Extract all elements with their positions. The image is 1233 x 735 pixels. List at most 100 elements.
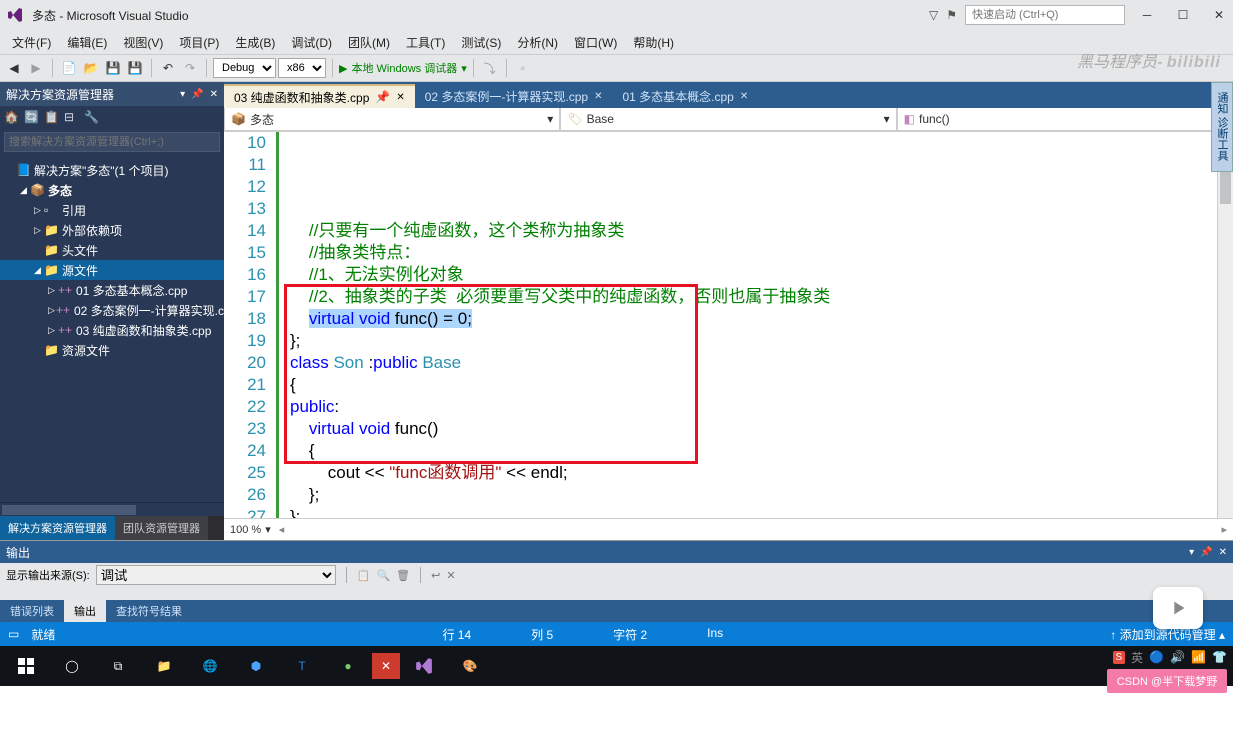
collapse-icon[interactable]: ⊟: [64, 110, 80, 126]
start-button[interactable]: [4, 647, 48, 685]
ime-lang[interactable]: 英: [1131, 649, 1143, 666]
status-window-icon[interactable]: ▭: [8, 627, 19, 641]
headers-folder[interactable]: 📁头文件: [0, 240, 224, 260]
close-icon[interactable]: ✕: [396, 92, 404, 103]
resources-folder[interactable]: 📁资源文件: [0, 340, 224, 360]
vertical-scrollbar[interactable]: [1217, 132, 1233, 518]
menu-item[interactable]: 文件(F): [4, 34, 59, 51]
menu-item[interactable]: 调试(D): [283, 34, 340, 51]
member-combo[interactable]: ◧func()▾: [897, 108, 1233, 131]
redo-icon[interactable]: ↷: [180, 58, 200, 78]
file-tab[interactable]: 02 多态案例一-计算器实现.cpp✕: [415, 84, 613, 108]
close-icon[interactable]: ✕: [740, 91, 748, 102]
output-action-icon[interactable]: 🔍: [376, 569, 390, 582]
app-icon[interactable]: ●: [326, 647, 370, 685]
video-play-overlay[interactable]: [1153, 587, 1203, 629]
cortana-icon[interactable]: ◯: [50, 647, 94, 685]
minimize-button[interactable]: ─: [1133, 3, 1161, 27]
close-icon[interactable]: ✕: [594, 91, 602, 102]
output-toolbar: 显示输出来源(S): 调试 📋 🔍 🗑 ↩ ✕: [0, 563, 1233, 587]
menu-item[interactable]: 项目(P): [171, 34, 227, 51]
file-tab[interactable]: 01 多态基本概念.cpp✕: [612, 84, 758, 108]
output-clear-icon[interactable]: ✕: [446, 569, 455, 582]
references-node[interactable]: ▷▫引用: [0, 200, 224, 220]
refresh-icon[interactable]: 🔄: [24, 110, 40, 126]
taskview-icon[interactable]: ⧉: [96, 647, 140, 685]
app-icon[interactable]: T: [280, 647, 324, 685]
panel-dropdown-icon[interactable]: ▾: [180, 89, 185, 100]
menu-item[interactable]: 分析(N): [509, 34, 566, 51]
file-tab[interactable]: 03 纯虚函数和抽象类.cpp📌✕: [224, 84, 415, 108]
right-collapsed-tabs[interactable]: 通知 诊断工具: [1211, 82, 1233, 172]
nav-back-icon[interactable]: ◀: [4, 58, 24, 78]
output-wrap-icon[interactable]: ↩: [431, 569, 440, 582]
filter-icon[interactable]: ▽: [929, 8, 938, 22]
source-file-item[interactable]: ▷++03 纯虚函数和抽象类.cpp: [0, 320, 224, 340]
menu-item[interactable]: 帮助(H): [625, 34, 682, 51]
menu-item[interactable]: 视图(V): [115, 34, 171, 51]
tray-icon[interactable]: 🔵: [1149, 650, 1164, 664]
panel-pin-icon[interactable]: 📌: [1200, 547, 1212, 558]
menu-item[interactable]: 窗口(W): [566, 34, 625, 51]
config-select[interactable]: Debug: [213, 58, 276, 78]
platform-select[interactable]: x86: [278, 58, 326, 78]
save-all-icon[interactable]: 💾: [125, 58, 145, 78]
class-combo[interactable]: 🏷Base▾: [560, 108, 896, 131]
tab-error-list[interactable]: 错误列表: [0, 600, 64, 622]
tray-icon[interactable]: 📶: [1191, 650, 1206, 664]
tray-icon[interactable]: 🔊: [1170, 650, 1185, 664]
quick-launch-input[interactable]: [965, 5, 1125, 25]
tab-output[interactable]: 输出: [64, 600, 106, 622]
source-file-item[interactable]: ▷++01 多态基本概念.cpp: [0, 280, 224, 300]
output-action-icon[interactable]: 🗑: [396, 569, 410, 582]
menu-item[interactable]: 编辑(E): [59, 34, 115, 51]
solution-node[interactable]: 📘解决方案"多态"(1 个项目): [0, 160, 224, 180]
menu-bar: 文件(F)编辑(E)视图(V)项目(P)生成(B)调试(D)团队(M)工具(T)…: [0, 30, 1233, 54]
feedback-icon[interactable]: ⚑: [946, 8, 957, 22]
output-source-select[interactable]: 调试: [96, 565, 336, 585]
ime-icon[interactable]: S: [1113, 651, 1126, 664]
close-button[interactable]: ✕: [1205, 3, 1233, 27]
nav-fwd-icon[interactable]: ▶: [26, 58, 46, 78]
pin-icon[interactable]: 📌: [375, 90, 390, 104]
panel-close-icon[interactable]: ✕: [210, 89, 218, 100]
new-file-icon[interactable]: 📄: [59, 58, 79, 78]
vs-taskbar-icon[interactable]: [402, 647, 446, 685]
source-file-item[interactable]: ▷++02 多态案例一-计算器实现.c: [0, 300, 224, 320]
home-icon[interactable]: 🏠: [4, 110, 20, 126]
panel-close-icon[interactable]: ✕: [1219, 547, 1227, 558]
properties-icon[interactable]: 🔧: [84, 110, 100, 126]
step-icon[interactable]: ⤵: [480, 58, 500, 78]
app-icon[interactable]: ✕: [372, 653, 400, 679]
tab-solution-explorer[interactable]: 解决方案资源管理器: [0, 516, 115, 540]
menu-item[interactable]: 工具(T): [398, 34, 453, 51]
solution-search-input[interactable]: [4, 132, 220, 152]
output-action-icon[interactable]: 📋: [357, 569, 371, 582]
save-icon[interactable]: 💾: [103, 58, 123, 78]
tab-find-symbols[interactable]: 查找符号结果: [106, 600, 192, 622]
panel-dropdown-icon[interactable]: ▾: [1189, 547, 1194, 558]
undo-icon[interactable]: ↶: [158, 58, 178, 78]
external-deps-node[interactable]: ▷📁外部依赖项: [0, 220, 224, 240]
menu-item[interactable]: 团队(M): [340, 34, 398, 51]
code-body[interactable]: //只要有一个纯虚函数，这个类称为抽象类 //抽象类特点： //1、无法实例化对…: [276, 132, 1217, 518]
tray-icon[interactable]: 👕: [1212, 650, 1227, 664]
project-node[interactable]: ◢📦多态: [0, 180, 224, 200]
sources-folder[interactable]: ◢📁源文件: [0, 260, 224, 280]
menu-item[interactable]: 测试(S): [453, 34, 509, 51]
open-file-icon[interactable]: 📂: [81, 58, 101, 78]
edge-icon[interactable]: 🌐: [188, 647, 232, 685]
code-editor[interactable]: 101112131415161718192021222324252627 //只…: [224, 132, 1233, 518]
paint-icon[interactable]: 🎨: [448, 647, 492, 685]
app-icon[interactable]: ⬢: [234, 647, 278, 685]
explorer-icon[interactable]: 📁: [142, 647, 186, 685]
menu-item[interactable]: 生成(B): [227, 34, 283, 51]
maximize-button[interactable]: ☐: [1169, 3, 1197, 27]
scope-combo[interactable]: 📦多态▾: [224, 108, 560, 131]
tab-team-explorer[interactable]: 团队资源管理器: [115, 516, 208, 540]
show-all-icon[interactable]: 📋: [44, 110, 60, 126]
panel-pin-icon[interactable]: 📌: [191, 89, 203, 100]
misc-toolbar-icon[interactable]: ▫: [513, 58, 533, 78]
zoom-level[interactable]: 100 %: [230, 524, 261, 536]
run-debug-button[interactable]: ▶ 本地 Windows 调试器 ▾: [339, 60, 467, 76]
